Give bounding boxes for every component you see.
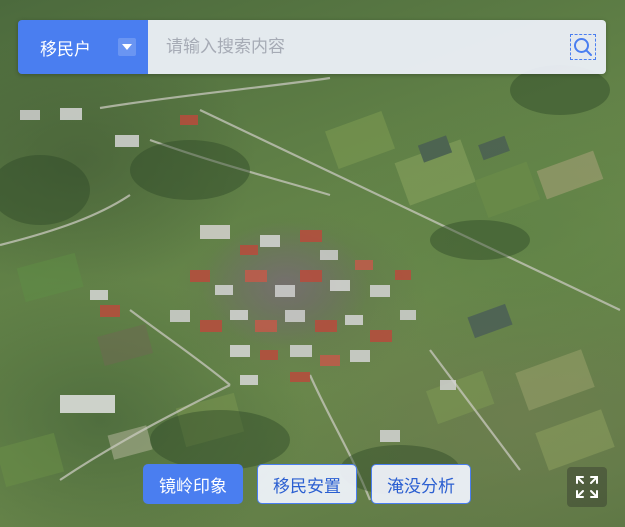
category-dropdown[interactable]: 移民户 — [18, 20, 148, 74]
inundation-analysis-button[interactable]: 淹没分析 — [371, 464, 471, 504]
category-label: 移民户 — [40, 39, 91, 60]
fullscreen-icon — [576, 476, 598, 498]
view-mode-buttons: 镜岭印象 移民安置 淹没分析 — [143, 464, 471, 504]
search-input[interactable] — [148, 20, 560, 74]
search-bar: 移民户 — [18, 20, 606, 74]
chevron-down-icon[interactable] — [118, 38, 136, 56]
resettlement-button[interactable]: 移民安置 — [257, 464, 357, 504]
search-icon — [570, 34, 596, 60]
fullscreen-button[interactable] — [567, 467, 607, 507]
satellite-map[interactable] — [0, 0, 625, 527]
jingling-impression-button[interactable]: 镜岭印象 — [143, 464, 243, 504]
map-imagery — [0, 65, 621, 501]
search-button[interactable] — [560, 20, 606, 74]
